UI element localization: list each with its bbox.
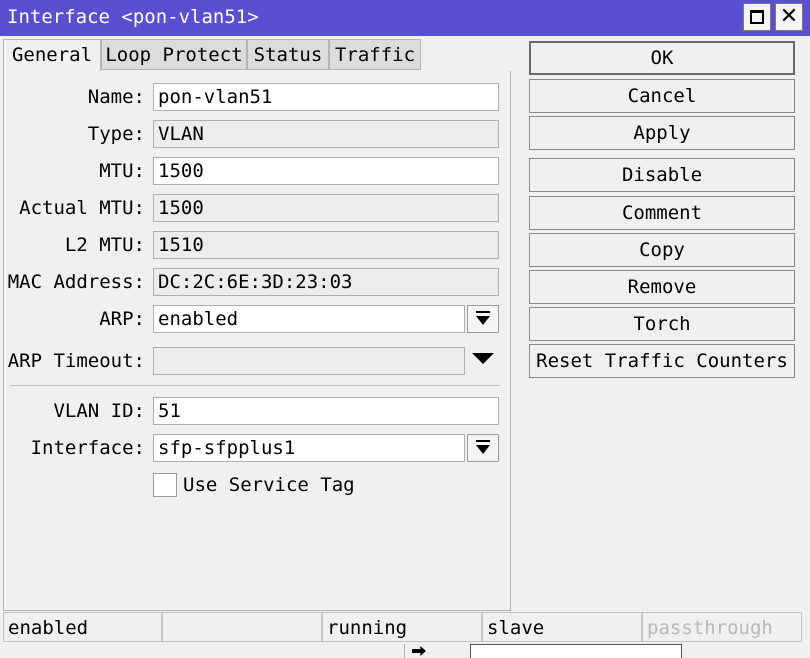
arp-dropdown-button[interactable] bbox=[467, 305, 499, 333]
close-button[interactable]: ✕ bbox=[775, 3, 803, 31]
mtu-label: MTU: bbox=[99, 160, 145, 182]
reset-traffic-counters-button[interactable]: Reset Traffic Counters bbox=[529, 344, 795, 378]
status-passthrough: passthrough bbox=[642, 612, 802, 642]
interface-dropdown-button[interactable] bbox=[467, 434, 499, 462]
arp-timeout-expand-icon[interactable] bbox=[472, 353, 494, 364]
name-label: Name: bbox=[87, 86, 145, 108]
status-running: running bbox=[322, 612, 482, 642]
copy-button[interactable]: Copy bbox=[529, 233, 795, 267]
arp-label: ARP: bbox=[99, 308, 145, 330]
close-icon: ✕ bbox=[779, 4, 799, 29]
arp-timeout-field bbox=[153, 347, 465, 375]
interface-label: Interface: bbox=[30, 437, 145, 459]
window-title: Interface <pon-vlan51> bbox=[7, 6, 259, 28]
maximize-icon bbox=[750, 10, 764, 24]
tab-general[interactable]: General bbox=[3, 39, 101, 72]
type-label: Type: bbox=[87, 123, 145, 145]
comment-button[interactable]: Comment bbox=[529, 196, 795, 230]
dropdown-arrow-icon bbox=[476, 316, 490, 325]
status-slave: slave bbox=[482, 612, 642, 642]
cancel-button[interactable]: Cancel bbox=[529, 79, 795, 113]
section-divider bbox=[10, 385, 500, 386]
tab-status[interactable]: Status bbox=[247, 39, 329, 70]
arp-timeout-label: ARP Timeout: bbox=[7, 350, 145, 372]
mac-address-label: MAC Address: bbox=[7, 271, 145, 293]
tab-traffic[interactable]: Traffic bbox=[329, 39, 421, 70]
dropdown-bar-icon bbox=[476, 440, 490, 442]
vlan-id-label: VLAN ID: bbox=[53, 400, 145, 422]
ok-button[interactable]: OK bbox=[529, 41, 795, 75]
background-window-strip bbox=[0, 644, 810, 658]
use-service-tag-label: Use Service Tag bbox=[183, 474, 355, 496]
general-panel bbox=[3, 71, 511, 611]
background-field bbox=[470, 644, 682, 658]
mtu-input[interactable]: 1500 bbox=[153, 157, 499, 185]
apply-button[interactable]: Apply bbox=[529, 116, 795, 150]
mac-address-field: DC:2C:6E:3D:23:03 bbox=[153, 268, 499, 296]
type-field: VLAN bbox=[153, 120, 499, 148]
status-enabled: enabled bbox=[3, 612, 162, 642]
disable-button[interactable]: Disable bbox=[529, 158, 795, 192]
title-bar: Interface <pon-vlan51> ✕ bbox=[0, 0, 810, 36]
name-input[interactable]: pon-vlan51 bbox=[153, 83, 499, 111]
tab-loop-protect[interactable]: Loop Protect bbox=[101, 39, 247, 70]
actual-mtu-label: Actual MTU: bbox=[19, 197, 145, 219]
l2-mtu-label: L2 MTU: bbox=[64, 234, 145, 256]
arp-select[interactable]: enabled bbox=[153, 305, 465, 333]
interface-select[interactable]: sfp-sfpplus1 bbox=[153, 434, 465, 462]
dropdown-bar-icon bbox=[476, 311, 490, 313]
remove-button[interactable]: Remove bbox=[529, 270, 795, 304]
status-empty bbox=[162, 612, 322, 642]
dropdown-arrow-icon bbox=[476, 445, 490, 454]
actual-mtu-field: 1500 bbox=[153, 194, 499, 222]
torch-button[interactable]: Torch bbox=[529, 307, 795, 341]
vlan-id-input[interactable]: 51 bbox=[153, 397, 499, 425]
use-service-tag-checkbox[interactable] bbox=[153, 473, 177, 497]
l2-mtu-field: 1510 bbox=[153, 231, 499, 259]
maximize-button[interactable] bbox=[743, 3, 771, 31]
